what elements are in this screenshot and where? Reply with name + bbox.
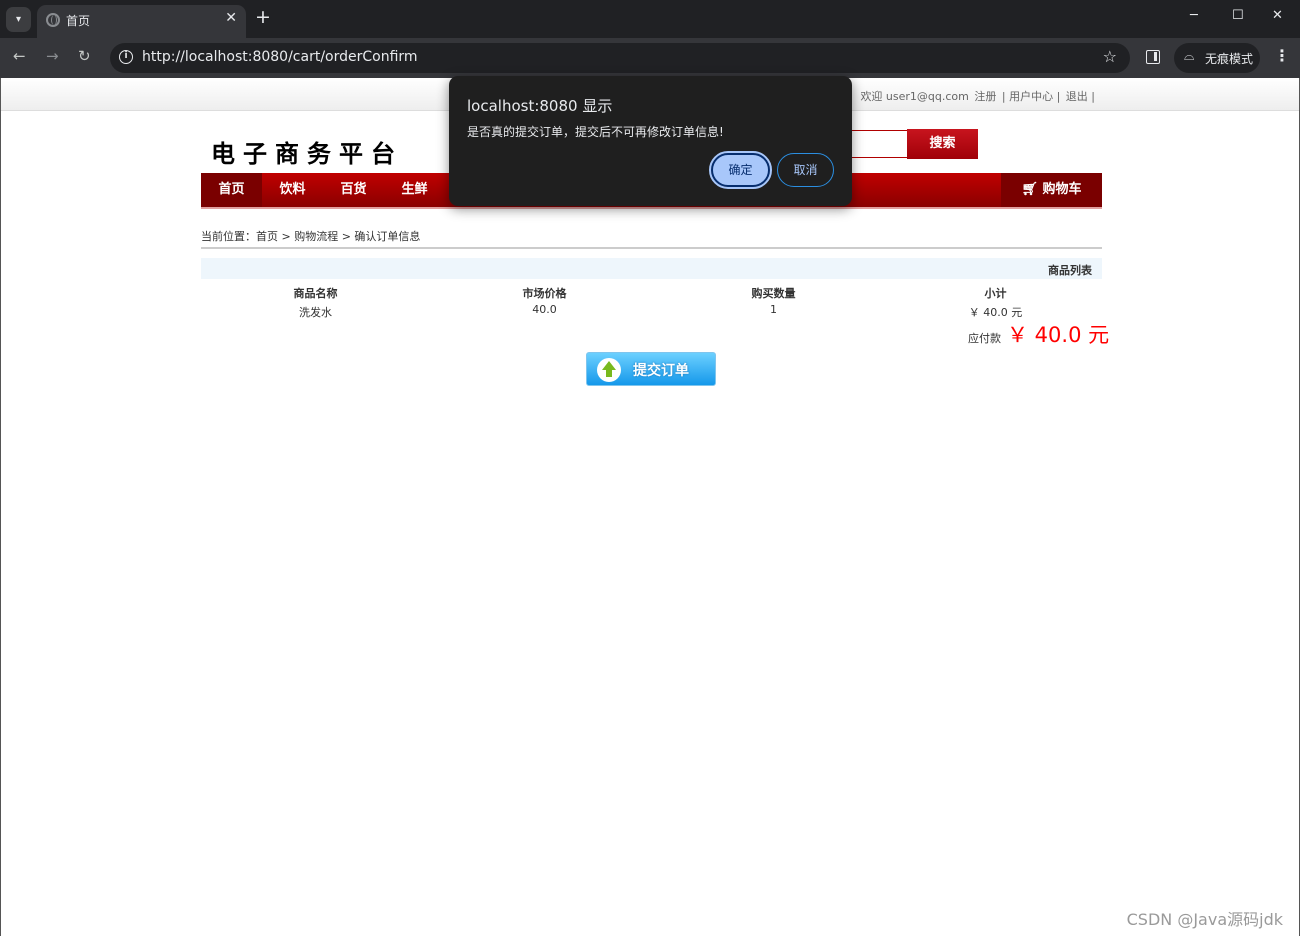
submit-order-button[interactable]: 提交订单 [586, 352, 716, 386]
column-header-name: 商品名称 [293, 287, 338, 300]
total-value: ￥ 40.0 元 [1007, 323, 1110, 347]
breadcrumb: 当前位置：首页 > 购物流程 > 确认订单信息 [201, 230, 421, 243]
address-bar[interactable]: i http://localhost:8080/cart/orderConfir… [110, 43, 1130, 73]
site-logo[interactable]: 电子商务平台 [211, 134, 403, 169]
browser-tab[interactable]: 首页 ✕ [37, 5, 246, 38]
welcome-text: 欢迎 user1@qq.com [860, 90, 969, 103]
star-icon[interactable]: ☆ [1103, 47, 1117, 66]
submit-order-label: 提交订单 [633, 363, 689, 379]
nav-item-drinks[interactable]: 饮料 [262, 173, 323, 207]
globe-icon [46, 13, 60, 27]
watermark: CSDN @Java源码jdk [1126, 910, 1283, 929]
side-panel-icon[interactable] [1146, 50, 1160, 64]
info-icon[interactable]: i [119, 50, 133, 64]
search-button[interactable]: 搜索 [907, 129, 978, 159]
dialog-title: localhost:8080 显示 [467, 97, 613, 115]
tab-menu-icon[interactable]: ▾ [6, 7, 31, 32]
confirm-dialog: localhost:8080 显示 是否真的提交订单，提交后不可再修改订单信息!… [449, 76, 852, 206]
back-icon[interactable]: ← [13, 47, 26, 65]
divider [201, 247, 1102, 249]
plus-icon[interactable]: + [255, 6, 271, 28]
close-icon[interactable]: ✕ [225, 10, 237, 26]
column-header-subtotal: 小计 [984, 287, 1007, 300]
cell-price: 40.0 [532, 303, 557, 316]
cart-icon: 🛒︎ [1021, 182, 1038, 197]
search-input[interactable] [847, 130, 907, 158]
cart-label: 购物车 [1042, 182, 1082, 197]
incognito-label: 无痕模式 [1205, 52, 1254, 66]
up-arrow-icon [597, 358, 621, 382]
web-page: 欢迎 user1@qq.com 注册 | 用户中心 | 退出 | 电子商务平台 … [0, 78, 1300, 936]
dialog-cancel-button[interactable]: 取消 [777, 153, 834, 187]
cell-product-name: 洗发水 [299, 306, 332, 319]
url-text[interactable]: http://localhost:8080/cart/orderConfirm [142, 49, 418, 65]
user-center-link[interactable]: | 用户中心 | [1002, 90, 1060, 103]
logout-link[interactable]: 退出 | [1066, 90, 1095, 103]
total-label: 应付款 [968, 332, 1001, 345]
incognito-indicator[interactable]: ⌓ 无痕模式 [1174, 43, 1260, 73]
maximize-icon[interactable]: ☐ [1232, 8, 1244, 23]
incognito-icon: ⌓ [1184, 49, 1195, 64]
dialog-ok-button[interactable]: 确定 [709, 151, 772, 189]
forward-icon[interactable]: → [46, 47, 59, 65]
cell-quantity: 1 [770, 303, 777, 316]
dialog-message: 是否真的提交订单，提交后不可再修改订单信息! [467, 125, 724, 139]
cart-button[interactable]: 🛒︎ 购物车 [1001, 173, 1102, 207]
more-icon[interactable]: ⋮ [1274, 46, 1290, 65]
browser-tabstrip: ▾ 首页 ✕ + ─ ☐ ✕ [0, 0, 1300, 38]
browser-toolbar: ← → ↻ i http://localhost:8080/cart/order… [0, 38, 1300, 78]
tab-title: 首页 [66, 14, 91, 28]
top-bar-links: 欢迎 user1@qq.com 注册 | 用户中心 | 退出 | [858, 88, 1095, 104]
nav-item-home[interactable]: 首页 [201, 173, 262, 207]
register-link[interactable]: 注册 [974, 90, 996, 103]
window-close-icon[interactable]: ✕ [1272, 8, 1283, 23]
column-header-quantity: 购买数量 [751, 287, 796, 300]
nav-item-general[interactable]: 百货 [323, 173, 384, 207]
column-header-price: 市场价格 [522, 287, 567, 300]
minimize-icon[interactable]: ─ [1190, 8, 1198, 23]
product-list-header: 商品列表 [201, 258, 1102, 279]
cell-subtotal: ￥ 40.0 元 [968, 306, 1023, 319]
product-list-title: 商品列表 [1048, 264, 1092, 277]
reload-icon[interactable]: ↻ [78, 47, 91, 65]
nav-item-fresh[interactable]: 生鲜 [384, 173, 445, 207]
